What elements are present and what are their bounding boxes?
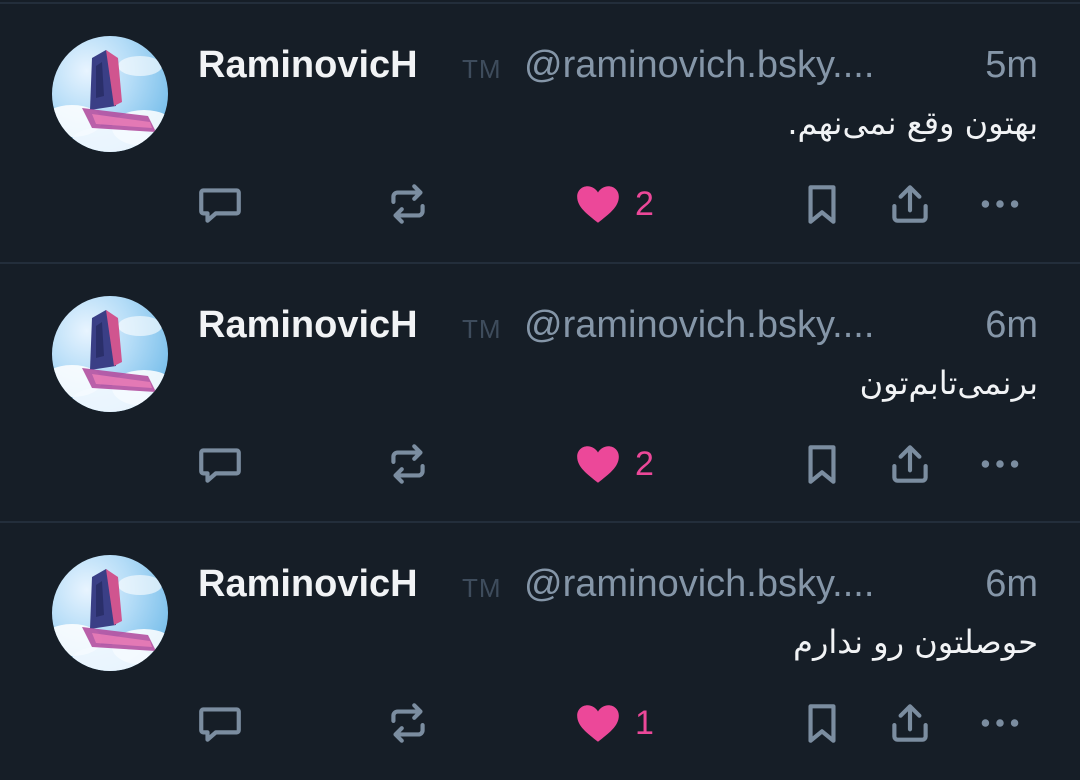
post-header: RaminovicH TM @raminovich.bsky.... 6m (198, 559, 1038, 615)
post-actions: 2 (195, 178, 1035, 234)
display-name[interactable]: RaminovicH (198, 44, 418, 87)
repost-icon (391, 444, 425, 484)
heart-icon (577, 186, 619, 223)
bookmark-icon (808, 445, 836, 484)
reply-button[interactable] (195, 178, 245, 230)
repost-button[interactable] (383, 697, 433, 749)
bookmark-icon (808, 185, 836, 224)
repost-icon (391, 184, 425, 224)
like-count: 1 (635, 703, 654, 742)
more-button[interactable] (975, 697, 1025, 749)
post-header: RaminovicH TM @raminovich.bsky.... 5m (198, 40, 1038, 96)
bookmark-button[interactable] (797, 178, 847, 230)
feed-post[interactable]: RaminovicH TM @raminovich.bsky.... 6m حو… (0, 521, 1080, 780)
bookmark-button[interactable] (797, 438, 847, 490)
heart-icon (577, 446, 619, 483)
post-timestamp[interactable]: 6m (985, 304, 1038, 347)
feed-post[interactable]: RaminovicH TM @raminovich.bsky.... 6m بر… (0, 262, 1080, 521)
share-button[interactable] (885, 178, 935, 230)
avatar[interactable] (52, 555, 168, 671)
more-icon (981, 719, 1019, 727)
more-button[interactable] (975, 178, 1025, 230)
user-handle[interactable]: @raminovich.bsky.... (524, 44, 874, 87)
share-button[interactable] (885, 438, 935, 490)
more-icon (981, 200, 1019, 208)
post-text: حوصلتون رو ندارم (793, 623, 1038, 661)
like-count: 2 (635, 444, 654, 483)
post-actions: 2 (195, 438, 1035, 494)
avatar[interactable] (52, 296, 168, 412)
post-text: برنمی‌تابم‌تون (859, 364, 1038, 402)
more-icon (981, 460, 1019, 468)
display-name[interactable]: RaminovicH (198, 304, 418, 347)
reply-icon (199, 448, 241, 483)
trademark-label: TM (462, 314, 502, 344)
repost-icon (391, 703, 425, 743)
like-count: 2 (635, 184, 654, 223)
avatar[interactable] (52, 36, 168, 152)
post-timestamp[interactable]: 6m (985, 563, 1038, 606)
display-name[interactable]: RaminovicH (198, 563, 418, 606)
share-icon (892, 185, 928, 223)
like-button[interactable]: 2 (573, 178, 654, 230)
reply-icon (199, 707, 241, 742)
share-button[interactable] (885, 697, 935, 749)
post-header: RaminovicH TM @raminovich.bsky.... 6m (198, 300, 1038, 356)
avatar-image (52, 569, 168, 671)
reply-button[interactable] (195, 438, 245, 490)
reply-icon (199, 188, 241, 223)
like-button[interactable]: 2 (573, 438, 654, 490)
avatar-image (52, 310, 168, 412)
post-text: بهتون وقع نمی‌نهم. (787, 104, 1038, 142)
post-timestamp[interactable]: 5m (985, 44, 1038, 87)
heart-icon (577, 705, 619, 742)
repost-button[interactable] (383, 438, 433, 490)
more-button[interactable] (975, 438, 1025, 490)
post-feed: RaminovicH TM @raminovich.bsky.... 5m به… (0, 0, 1080, 777)
feed-post[interactable]: RaminovicH TM @raminovich.bsky.... 5m به… (0, 2, 1080, 261)
trademark-label: TM (462, 573, 502, 603)
repost-button[interactable] (383, 178, 433, 230)
bookmark-icon (808, 704, 836, 743)
post-actions: 1 (195, 697, 1035, 753)
share-icon (892, 704, 928, 742)
share-icon (892, 445, 928, 483)
bookmark-button[interactable] (797, 697, 847, 749)
user-handle[interactable]: @raminovich.bsky.... (524, 563, 874, 606)
avatar-image (52, 50, 168, 152)
trademark-label: TM (462, 54, 502, 84)
user-handle[interactable]: @raminovich.bsky.... (524, 304, 874, 347)
reply-button[interactable] (195, 697, 245, 749)
like-button[interactable]: 1 (573, 697, 654, 749)
